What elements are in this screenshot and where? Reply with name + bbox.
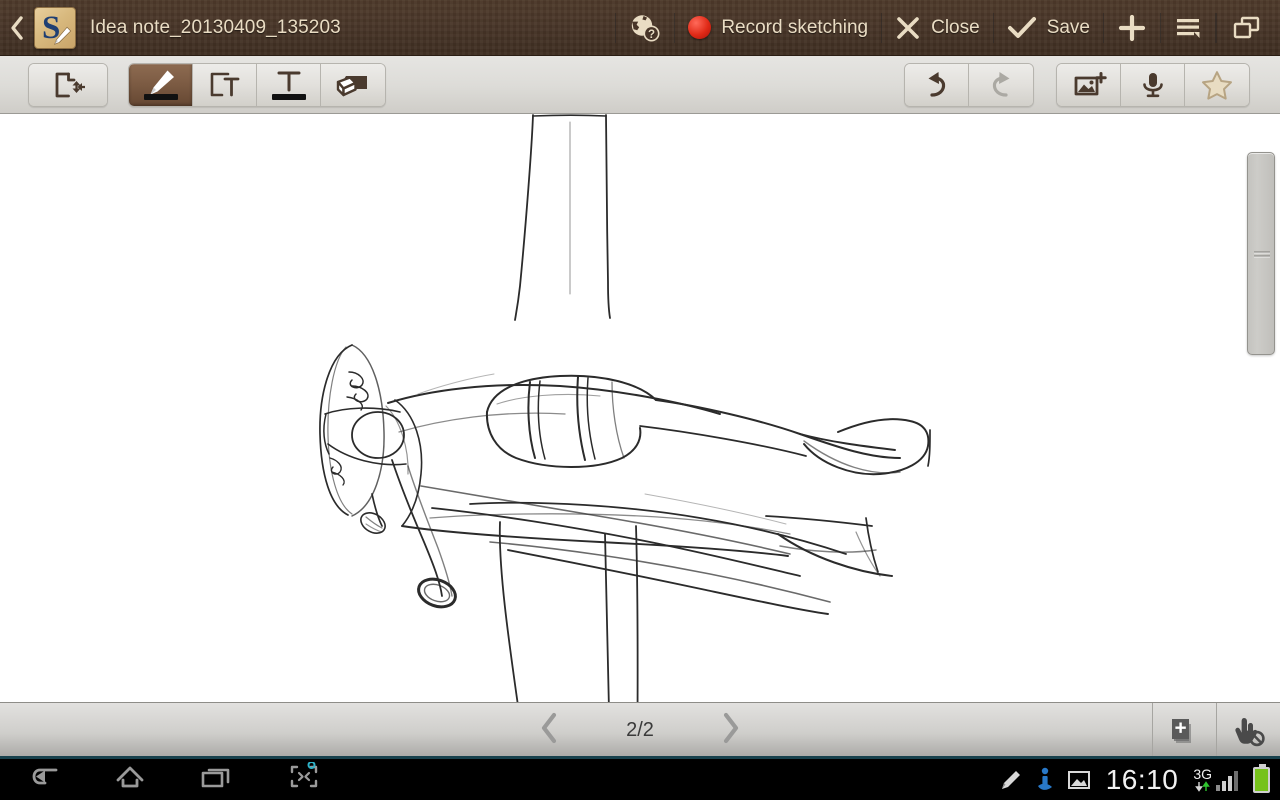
chevron-left-icon xyxy=(11,15,23,40)
save-label: Save xyxy=(1046,16,1090,38)
record-sketching-label: Record sketching xyxy=(721,16,869,38)
drawing-tool-group xyxy=(128,62,386,107)
record-dot-icon xyxy=(688,16,712,39)
textbox-tool[interactable] xyxy=(193,63,257,106)
history-tool-group xyxy=(904,62,1034,107)
chevron-left-icon xyxy=(541,712,557,744)
add-button[interactable] xyxy=(1104,0,1160,56)
previous-page-button[interactable] xyxy=(531,707,567,754)
system-nav-buttons xyxy=(0,758,324,800)
back-button[interactable] xyxy=(0,0,34,56)
system-home-button[interactable] xyxy=(110,760,150,799)
pen-ink-color-indicator xyxy=(143,93,178,100)
insert-image-button[interactable] xyxy=(1057,63,1121,106)
add-page-icon xyxy=(1171,718,1191,743)
svg-text:?: ? xyxy=(648,29,655,41)
list-menu-icon xyxy=(1177,18,1200,38)
android-system-bar: 16:10 3G xyxy=(0,759,1280,800)
network-type-label: 3G xyxy=(1193,765,1212,782)
save-button[interactable]: Save xyxy=(994,0,1103,56)
page-navigation-bar: 2/2 xyxy=(0,702,1280,759)
record-sketching-button[interactable]: Record sketching xyxy=(675,0,881,56)
screenshot-saved-icon xyxy=(1067,770,1090,789)
system-home-icon xyxy=(116,766,144,788)
close-x-icon xyxy=(897,16,919,39)
hand-disabled-icon xyxy=(1234,717,1265,746)
pen-icon xyxy=(150,70,174,94)
text-format-icon xyxy=(277,71,300,91)
insert-tool-group xyxy=(1056,62,1250,107)
screen-capture-button[interactable] xyxy=(284,758,324,800)
page-title: Idea note_20130409_135203 xyxy=(90,16,341,38)
microphone-icon xyxy=(1142,72,1163,97)
text-ink-color-indicator xyxy=(271,93,306,100)
editor-toolbar xyxy=(0,56,1280,114)
scrollbar-grip-icon xyxy=(1254,248,1270,259)
system-status-icons: 16:10 3G xyxy=(999,759,1270,800)
redo-arrow-icon xyxy=(992,71,1010,97)
select-move-tool[interactable] xyxy=(29,63,107,106)
chevron-right-icon xyxy=(723,712,739,744)
eraser-icon xyxy=(336,75,367,96)
next-page-button[interactable] xyxy=(713,707,749,754)
app-icon: S xyxy=(34,6,76,49)
divider xyxy=(1216,12,1217,43)
star-icon xyxy=(1202,70,1232,100)
voice-record-button[interactable] xyxy=(1121,63,1185,106)
data-transfer-icon xyxy=(1194,780,1210,792)
screen-capture-icon xyxy=(290,761,318,788)
signal-bars-icon xyxy=(1216,770,1238,791)
system-back-icon xyxy=(32,768,58,785)
sketch-airplane xyxy=(319,114,931,702)
undo-button[interactable] xyxy=(905,63,969,106)
multi-window-icon xyxy=(1233,16,1260,38)
page-move-icon xyxy=(55,72,85,97)
select-tool-group xyxy=(28,62,108,107)
battery-full-icon xyxy=(1253,763,1270,793)
multiwindow-button[interactable] xyxy=(1219,0,1280,56)
menu-button[interactable] xyxy=(1161,0,1215,56)
image-plus-icon xyxy=(1074,71,1107,95)
add-page-button[interactable] xyxy=(1152,702,1216,759)
title-bar: S Idea note_20130409_135203 ? Record ske… xyxy=(0,0,1280,56)
spen-info-icon xyxy=(1037,767,1052,790)
checkmark-icon xyxy=(1007,16,1036,38)
favorite-button[interactable] xyxy=(1185,63,1249,106)
pen-glyph-icon xyxy=(54,26,72,45)
close-button[interactable]: Close xyxy=(882,0,993,56)
s-note-app-window: S Idea note_20130409_135203 ? Record ske… xyxy=(0,0,1280,800)
canvas-scrollbar[interactable] xyxy=(1247,152,1275,355)
redo-button[interactable] xyxy=(969,63,1033,106)
system-back-button[interactable] xyxy=(24,760,64,799)
system-recents-icon xyxy=(201,768,230,788)
spen-icon xyxy=(1001,770,1020,789)
plus-icon xyxy=(1118,14,1146,41)
palm-rejection-button[interactable] xyxy=(1216,702,1280,759)
page-indicator: 2/2 xyxy=(626,719,654,741)
text-tool[interactable] xyxy=(257,63,321,106)
drawing-canvas[interactable] xyxy=(0,114,1280,702)
pen-tool[interactable] xyxy=(129,63,193,106)
network-indicator: 3G xyxy=(1193,767,1242,793)
close-label: Close xyxy=(931,16,980,38)
help-button[interactable]: ? xyxy=(616,0,674,56)
bottom-bar-actions xyxy=(1152,702,1280,759)
undo-arrow-icon xyxy=(928,71,945,97)
text-box-icon xyxy=(210,72,239,96)
system-recents-button[interactable] xyxy=(196,760,238,799)
globe-help-icon: ? xyxy=(632,14,660,41)
eraser-tool[interactable] xyxy=(321,63,385,106)
pager: 2/2 xyxy=(531,707,749,754)
system-clock: 16:10 xyxy=(1105,763,1179,795)
